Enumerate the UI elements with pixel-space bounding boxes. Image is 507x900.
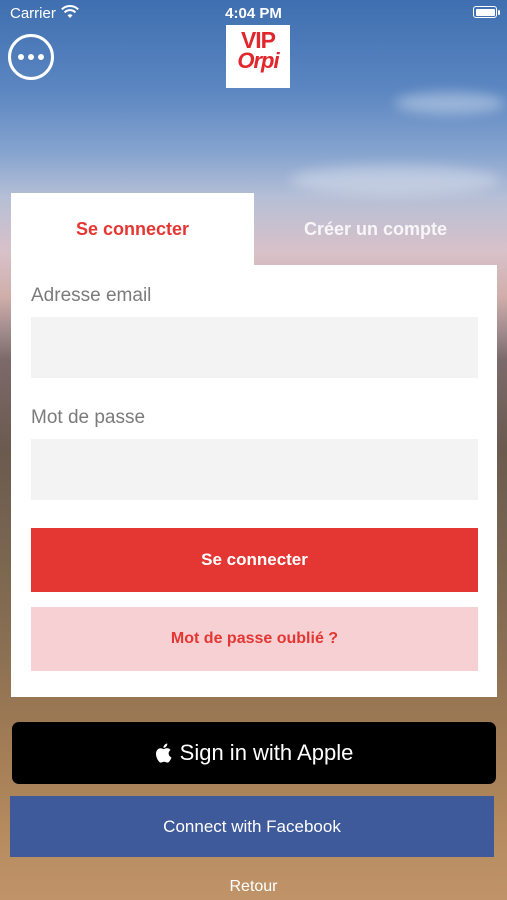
background-cloud [290,165,500,195]
login-button[interactable]: Se connecter [31,528,478,592]
apple-icon [155,743,172,763]
background-cloud [395,92,505,114]
more-options-button[interactable] [8,34,54,80]
status-time: 4:04 PM [225,5,282,22]
tab-login[interactable]: Se connecter [11,193,254,265]
email-field[interactable] [31,317,478,378]
password-field[interactable] [31,439,478,500]
tab-create-account[interactable]: Créer un compte [254,193,497,265]
more-horizontal-icon-dot [38,54,44,60]
login-form: Adresse email Mot de passe Se connecter … [11,265,497,697]
forgot-password-button[interactable]: Mot de passe oublié ? [31,607,478,671]
apple-button-label: Sign in with Apple [179,740,354,765]
battery-tip [498,10,500,15]
status-bar: Carrier 4:04 PM [0,0,507,28]
battery-icon [473,6,497,18]
logo-line2: Orpi [237,47,279,73]
password-label: Mot de passe [31,407,146,428]
more-horizontal-icon-dot [18,54,24,60]
vip-orpi-logo: VIP Orpi [226,25,290,88]
back-link[interactable]: Retour [0,878,507,896]
more-horizontal-icon-dot [28,54,34,60]
email-label: Adresse email [31,285,152,306]
sign-in-with-apple-button[interactable]: Sign in with Apple [12,722,496,784]
connect-facebook-button[interactable]: Connect with Facebook [10,796,494,857]
